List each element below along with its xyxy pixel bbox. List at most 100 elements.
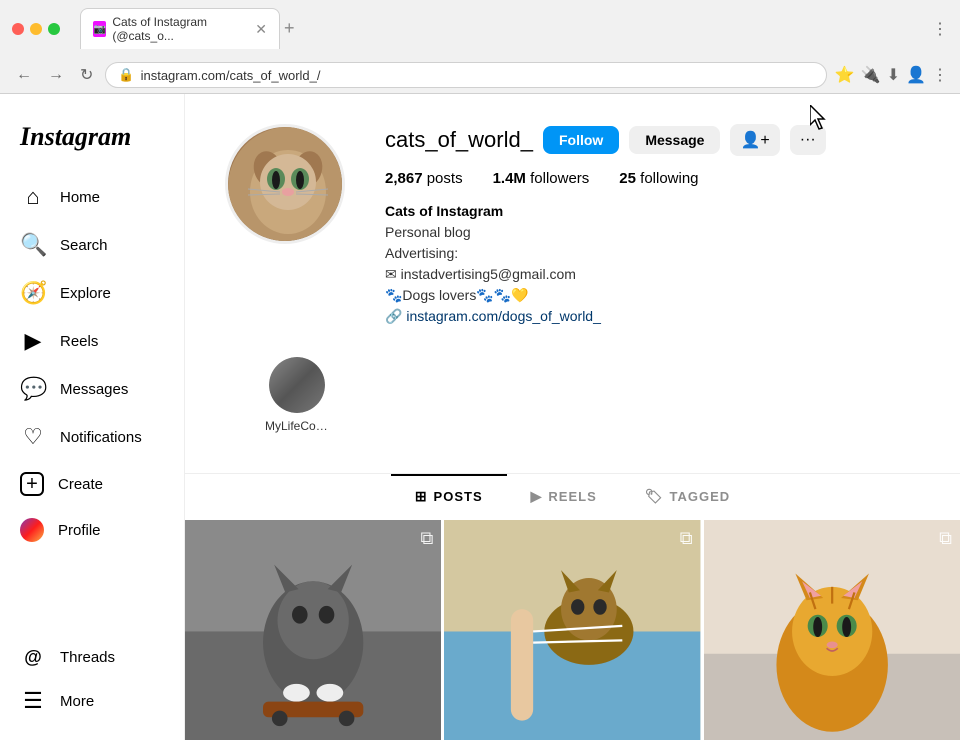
posts-stat: 2,867 posts bbox=[385, 170, 463, 187]
sidebar-item-explore[interactable]: 🧭 Explore bbox=[8, 270, 176, 316]
sidebar-home-label: Home bbox=[60, 189, 100, 206]
sidebar-item-threads[interactable]: @ Threads bbox=[8, 637, 176, 678]
following-label: following bbox=[640, 170, 698, 187]
sidebar-threads-label: Threads bbox=[60, 649, 115, 666]
profile-icon bbox=[20, 518, 44, 542]
notifications-icon: ♡ bbox=[20, 424, 46, 450]
minimize-window-button[interactable] bbox=[30, 23, 42, 35]
bio-email: ✉ instadvertising5@gmail.com bbox=[385, 264, 920, 285]
messages-icon: 💬 bbox=[20, 376, 46, 402]
story-label: MyLifeCont... bbox=[265, 419, 329, 433]
following-count: 25 bbox=[619, 170, 636, 187]
tab-title: Cats of Instagram (@cats_o... bbox=[112, 15, 245, 43]
sidebar-item-more[interactable]: ☰ More bbox=[8, 678, 176, 724]
bookmark-icon[interactable]: ⭐ bbox=[835, 65, 855, 85]
bio-link-icon: 🔗 bbox=[385, 308, 402, 324]
followers-count: 1.4M bbox=[493, 170, 526, 187]
sidebar: Instagram ⌂ Home 🔍 Search 🧭 Explore ▶ Re… bbox=[0, 94, 185, 740]
followers-stat[interactable]: 1.4M followers bbox=[493, 170, 590, 187]
profile-avatar-image bbox=[228, 127, 342, 241]
posts-tabs: ⊞ POSTS ▶ REELS 🏷 TAGGED bbox=[185, 473, 960, 517]
browser-menu-icon[interactable]: ⋮ bbox=[932, 19, 948, 39]
profile-username: cats_of_world_ bbox=[385, 127, 533, 153]
tagged-tab-icon: 🏷 bbox=[645, 488, 664, 505]
post-media-icon: ⧉ bbox=[939, 528, 952, 549]
new-tab-button[interactable]: + bbox=[284, 18, 295, 39]
tab-posts[interactable]: ⊞ POSTS bbox=[391, 474, 507, 517]
stories-row: MyLifeCont... bbox=[225, 347, 920, 453]
story-circle bbox=[269, 357, 325, 413]
tab-reels[interactable]: ▶ REELS bbox=[507, 474, 621, 517]
more-options-icon: ··· bbox=[800, 131, 816, 148]
profile-info: cats_of_world_ Follow Message 👤+ ··· 2,8… bbox=[385, 124, 920, 327]
follow-button[interactable]: Follow bbox=[543, 126, 619, 154]
sidebar-item-profile[interactable]: Profile bbox=[8, 508, 176, 552]
search-icon: 🔍 bbox=[20, 232, 46, 258]
story-item[interactable]: MyLifeCont... bbox=[265, 357, 329, 433]
followers-label: followers bbox=[530, 170, 589, 187]
window-controls bbox=[12, 23, 60, 35]
home-icon: ⌂ bbox=[20, 184, 46, 210]
add-person-button[interactable]: 👤+ bbox=[730, 124, 779, 156]
sidebar-item-reels[interactable]: ▶ Reels bbox=[8, 318, 176, 364]
post-item[interactable]: ⧉ bbox=[444, 520, 700, 740]
browser-toolbar: ← → ↻ 🔒 instagram.com/cats_of_world_/ ⭐ … bbox=[0, 57, 960, 93]
post-media-icon: ⧉ bbox=[680, 528, 693, 549]
browser-more-icon[interactable]: ⋮ bbox=[932, 65, 948, 85]
sidebar-item-messages[interactable]: 💬 Messages bbox=[8, 366, 176, 412]
posts-label: posts bbox=[427, 170, 463, 187]
bio-line2: 🐾Dogs lovers🐾🐾💛 bbox=[385, 285, 920, 306]
profile-avatar bbox=[225, 124, 345, 244]
address-text: instagram.com/cats_of_world_/ bbox=[141, 68, 814, 83]
address-bar[interactable]: 🔒 instagram.com/cats_of_world_/ bbox=[105, 62, 826, 88]
post-item[interactable]: ⧉ bbox=[185, 520, 441, 740]
sidebar-search-label: Search bbox=[60, 237, 108, 254]
reels-icon: ▶ bbox=[20, 328, 46, 354]
forward-button[interactable]: → bbox=[44, 62, 68, 88]
browser-titlebar: 📷 Cats of Instagram (@cats_o... ✕ + ⋮ bbox=[0, 0, 960, 57]
tab-tagged[interactable]: 🏷 TAGGED bbox=[621, 474, 754, 517]
bio-line1: Advertising: bbox=[385, 243, 920, 264]
posts-count: 2,867 bbox=[385, 170, 423, 187]
bio-link[interactable]: instagram.com/dogs_of_world_ bbox=[406, 308, 601, 324]
sidebar-item-search[interactable]: 🔍 Search bbox=[8, 222, 176, 268]
profile-header: cats_of_world_ Follow Message 👤+ ··· 2,8… bbox=[225, 124, 920, 327]
bio-type: Personal blog bbox=[385, 222, 920, 243]
app-layout: Instagram ⌂ Home 🔍 Search 🧭 Explore ▶ Re… bbox=[0, 94, 960, 740]
following-stat[interactable]: 25 following bbox=[619, 170, 698, 187]
message-button[interactable]: Message bbox=[629, 126, 720, 154]
sidebar-item-home[interactable]: ⌂ Home bbox=[8, 174, 176, 220]
sidebar-create-label: Create bbox=[58, 476, 103, 493]
sidebar-messages-label: Messages bbox=[60, 381, 128, 398]
refresh-button[interactable]: ↻ bbox=[76, 61, 97, 89]
threads-icon: @ bbox=[20, 647, 46, 668]
posts-grid: ⧉ bbox=[185, 517, 960, 740]
instagram-logo: Instagram bbox=[8, 110, 176, 172]
download-icon[interactable]: ⬇ bbox=[887, 65, 900, 85]
more-options-button[interactable]: ··· bbox=[790, 125, 826, 155]
tab-close-button[interactable]: ✕ bbox=[255, 21, 267, 38]
posts-tab-icon: ⊞ bbox=[415, 488, 428, 505]
tab-favicon: 📷 bbox=[93, 21, 106, 37]
post-item[interactable]: ⧉ bbox=[704, 520, 960, 740]
tab-bar: 📷 Cats of Instagram (@cats_o... ✕ + bbox=[80, 8, 924, 49]
add-person-icon: 👤+ bbox=[740, 132, 769, 149]
sidebar-notifications-label: Notifications bbox=[60, 429, 142, 446]
back-button[interactable]: ← bbox=[12, 62, 36, 88]
browser-chrome: 📷 Cats of Instagram (@cats_o... ✕ + ⋮ ← … bbox=[0, 0, 960, 94]
maximize-window-button[interactable] bbox=[48, 23, 60, 35]
sidebar-more-label: More bbox=[60, 693, 94, 710]
bio-name: Cats of Instagram bbox=[385, 201, 920, 222]
account-icon[interactable]: 👤 bbox=[906, 65, 926, 85]
profile-stats: 2,867 posts 1.4M followers 25 following bbox=[385, 170, 920, 187]
sidebar-bottom: @ Threads ☰ More bbox=[8, 637, 176, 724]
active-tab[interactable]: 📷 Cats of Instagram (@cats_o... ✕ bbox=[80, 8, 280, 49]
sidebar-reels-label: Reels bbox=[60, 333, 98, 350]
sidebar-item-notifications[interactable]: ♡ Notifications bbox=[8, 414, 176, 460]
more-icon: ☰ bbox=[20, 688, 46, 714]
posts-tab-label: POSTS bbox=[434, 489, 483, 504]
extensions-icon[interactable]: 🔌 bbox=[861, 65, 881, 85]
close-window-button[interactable] bbox=[12, 23, 24, 35]
sidebar-item-create[interactable]: + Create bbox=[8, 462, 176, 506]
main-content: cats_of_world_ Follow Message 👤+ ··· 2,8… bbox=[185, 94, 960, 740]
